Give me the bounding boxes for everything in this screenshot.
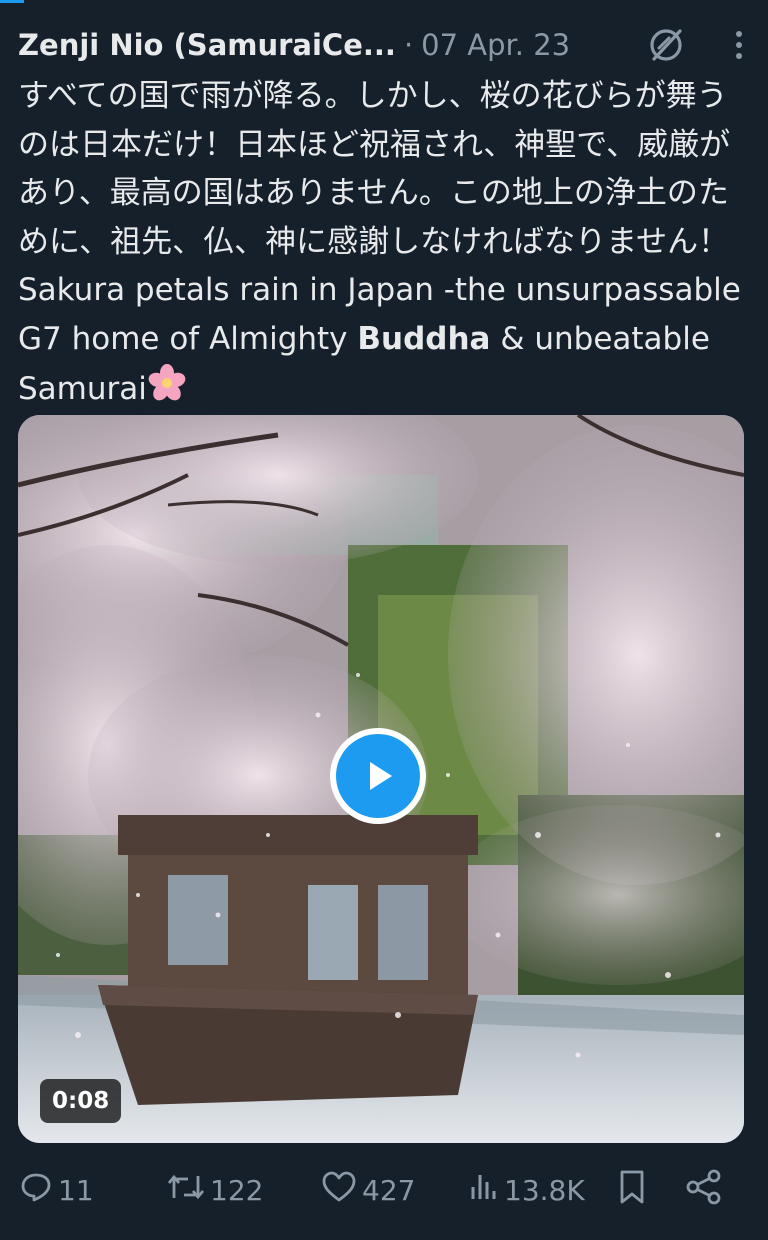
play-button[interactable] xyxy=(330,728,426,824)
share-icon xyxy=(684,1168,728,1213)
more-vertical-icon[interactable] xyxy=(724,23,754,67)
post-date[interactable]: 07 Apr. 23 xyxy=(421,28,570,62)
repost-button[interactable]: 122 xyxy=(166,1166,263,1214)
reply-count: 11 xyxy=(58,1173,94,1207)
repost-icon xyxy=(166,1169,210,1212)
views-count: 13.8K xyxy=(504,1173,585,1207)
author-name[interactable]: Zenji Nio (SamuraiCe... xyxy=(18,28,396,62)
like-button[interactable]: 427 xyxy=(320,1166,415,1214)
views-icon xyxy=(468,1169,504,1212)
play-icon xyxy=(336,734,420,818)
top-accent-line xyxy=(0,0,24,3)
reply-icon xyxy=(18,1169,58,1212)
separator-dot: · xyxy=(403,28,414,62)
bold-word: Buddha xyxy=(357,320,491,357)
video-duration: 0:08 xyxy=(40,1079,122,1123)
tweet-text-japanese: すべての国で雨が降る。しかし、桜の花びらが舞うのは日本だけ！日本ほど祝福され、神… xyxy=(18,78,731,260)
repost-count: 122 xyxy=(210,1173,264,1207)
share-button[interactable] xyxy=(684,1166,728,1214)
like-count: 427 xyxy=(362,1173,416,1207)
views-button[interactable]: 13.8K xyxy=(468,1166,585,1214)
bookmark-button[interactable] xyxy=(616,1166,652,1214)
action-bar: 11 122 427 13.8K xyxy=(18,1166,748,1214)
video-player[interactable]: 0:08 xyxy=(18,415,744,1143)
like-icon xyxy=(320,1169,362,1212)
reply-button[interactable]: 11 xyxy=(18,1166,94,1214)
cherry-blossom-icon xyxy=(147,363,187,418)
bookmark-icon xyxy=(616,1168,652,1213)
grok-icon[interactable] xyxy=(644,23,688,67)
tweet-text: すべての国で雨が降る。しかし、桜の花びらが舞うのは日本だけ！日本ほど祝福され、神… xyxy=(18,72,748,418)
tweet-header: Zenji Nio (SamuraiCe... · 07 Apr. 23 xyxy=(18,22,754,68)
